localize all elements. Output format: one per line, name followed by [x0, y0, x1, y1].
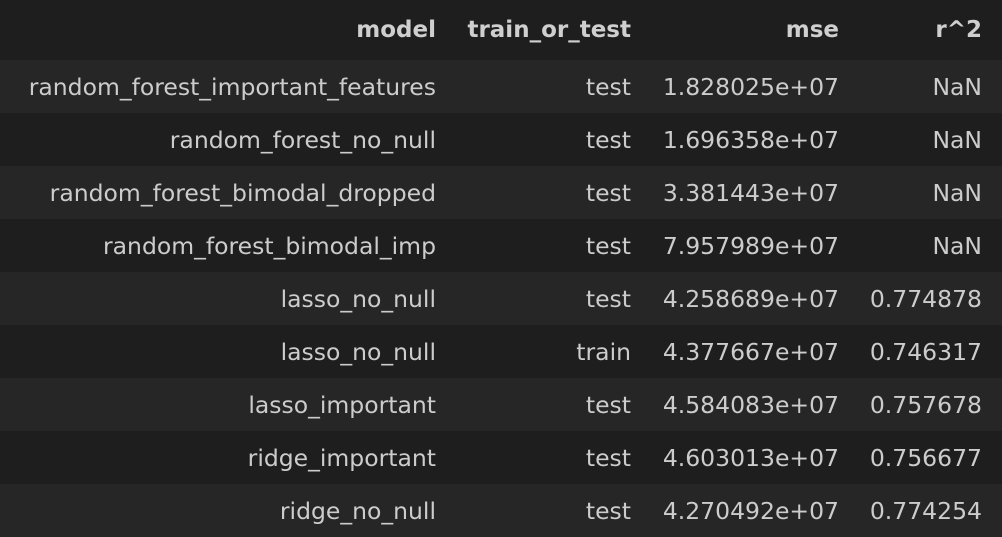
table-row: random_forest_no_null test 1.696358e+07 …: [0, 113, 1002, 166]
cell-mse: 1.696358e+07: [651, 113, 859, 166]
table-row: ridge_important test 4.603013e+07 0.7566…: [0, 431, 1002, 484]
table-row: ridge_no_null test 4.270492e+07 0.774254: [0, 484, 1002, 537]
column-header-train-or-test: train_or_test: [456, 0, 651, 60]
column-header-model: model: [0, 0, 456, 60]
cell-model: lasso_no_null: [0, 272, 456, 325]
cell-mse: 1.828025e+07: [651, 60, 859, 113]
cell-model: lasso_no_null: [0, 325, 456, 378]
cell-train-or-test: test: [456, 166, 651, 219]
table-row: lasso_important test 4.584083e+07 0.7576…: [0, 378, 1002, 431]
cell-model: ridge_important: [0, 431, 456, 484]
table-header: model train_or_test mse r^2: [0, 0, 1002, 60]
table-row: random_forest_bimodal_dropped test 3.381…: [0, 166, 1002, 219]
cell-mse: 4.377667e+07: [651, 325, 859, 378]
table-row: lasso_no_null test 4.258689e+07 0.774878: [0, 272, 1002, 325]
cell-r2: 0.756677: [859, 431, 1002, 484]
cell-train-or-test: train: [456, 325, 651, 378]
cell-train-or-test: test: [456, 219, 651, 272]
cell-mse: 4.258689e+07: [651, 272, 859, 325]
cell-model: ridge_no_null: [0, 484, 456, 537]
results-table-container: model train_or_test mse r^2 random_fores…: [0, 0, 1002, 537]
cell-r2: 0.757678: [859, 378, 1002, 431]
table-body: random_forest_important_features test 1.…: [0, 60, 1002, 537]
column-header-r2: r^2: [859, 0, 1002, 60]
model-results-table: model train_or_test mse r^2 random_fores…: [0, 0, 1002, 537]
cell-train-or-test: test: [456, 272, 651, 325]
cell-r2: NaN: [859, 166, 1002, 219]
table-row: random_forest_important_features test 1.…: [0, 60, 1002, 113]
cell-model: random_forest_no_null: [0, 113, 456, 166]
table-row: lasso_no_null train 4.377667e+07 0.74631…: [0, 325, 1002, 378]
cell-mse: 3.381443e+07: [651, 166, 859, 219]
cell-r2: 0.774878: [859, 272, 1002, 325]
cell-model: lasso_important: [0, 378, 456, 431]
cell-train-or-test: test: [456, 113, 651, 166]
header-row: model train_or_test mse r^2: [0, 0, 1002, 60]
cell-mse: 4.603013e+07: [651, 431, 859, 484]
cell-train-or-test: test: [456, 378, 651, 431]
cell-r2: NaN: [859, 113, 1002, 166]
cell-r2: NaN: [859, 60, 1002, 113]
cell-mse: 4.270492e+07: [651, 484, 859, 537]
cell-mse: 7.957989e+07: [651, 219, 859, 272]
cell-mse: 4.584083e+07: [651, 378, 859, 431]
cell-r2: NaN: [859, 219, 1002, 272]
cell-train-or-test: test: [456, 60, 651, 113]
cell-model: random_forest_important_features: [0, 60, 456, 113]
column-header-mse: mse: [651, 0, 859, 60]
cell-model: random_forest_bimodal_imp: [0, 219, 456, 272]
cell-train-or-test: test: [456, 484, 651, 537]
cell-r2: 0.774254: [859, 484, 1002, 537]
cell-train-or-test: test: [456, 431, 651, 484]
table-row: random_forest_bimodal_imp test 7.957989e…: [0, 219, 1002, 272]
cell-r2: 0.746317: [859, 325, 1002, 378]
cell-model: random_forest_bimodal_dropped: [0, 166, 456, 219]
